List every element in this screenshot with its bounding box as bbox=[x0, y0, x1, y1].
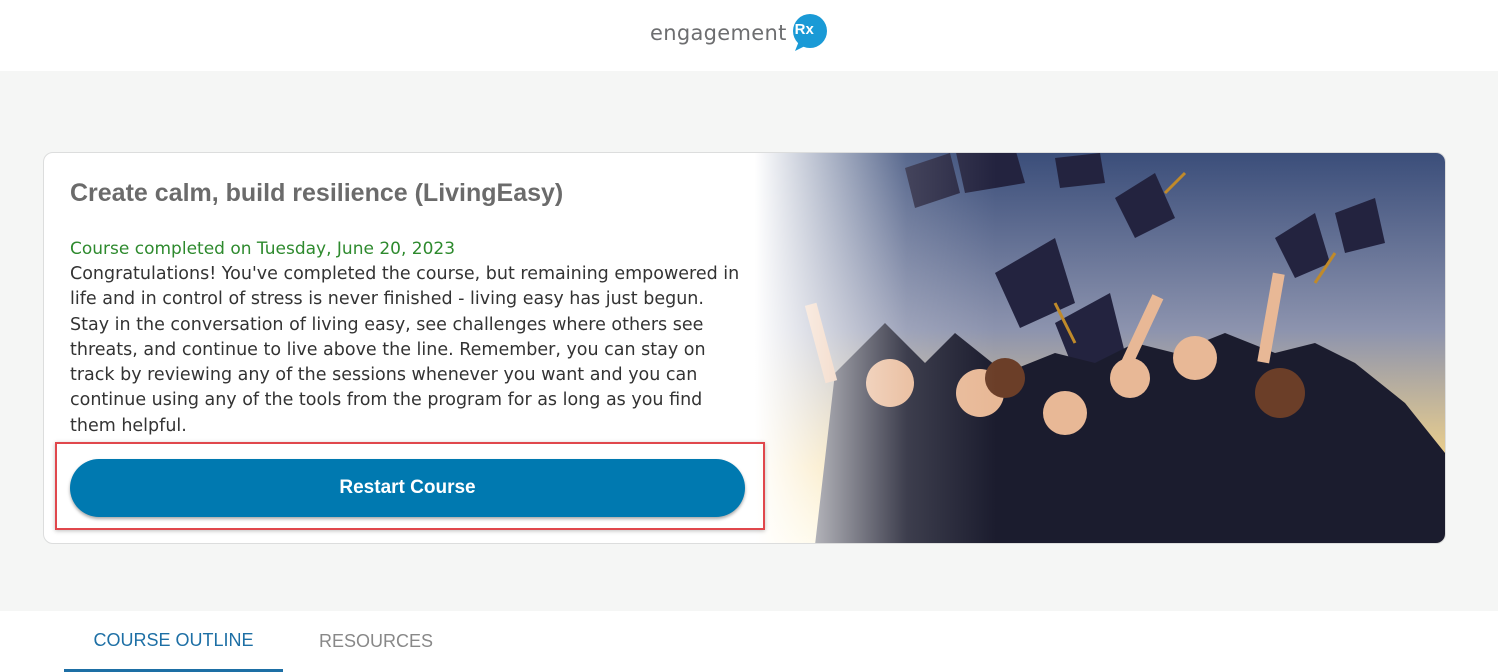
logo-badge: Rx bbox=[794, 21, 814, 38]
tab-course-outline[interactable]: COURSE OUTLINE bbox=[64, 611, 283, 672]
course-card: Create calm, build resilience (LivingEas… bbox=[43, 152, 1446, 544]
completion-date: Course completed on Tuesday, June 20, 20… bbox=[70, 239, 456, 259]
logo-text: engagement bbox=[650, 21, 787, 45]
course-description: Congratulations! You've completed the co… bbox=[70, 264, 740, 436]
tab-resources[interactable]: RESOURCES bbox=[300, 611, 452, 672]
tab-bar: COURSE OUTLINE RESOURCES bbox=[0, 611, 1498, 672]
top-header: engagement Rx bbox=[0, 0, 1498, 71]
restart-course-button[interactable]: Restart Course bbox=[70, 459, 745, 517]
speech-bubble-icon: Rx bbox=[789, 13, 831, 53]
engagementrx-logo[interactable]: engagement Rx bbox=[650, 12, 831, 54]
course-title: Create calm, build resilience (LivingEas… bbox=[70, 179, 564, 207]
graduation-photo bbox=[755, 153, 1445, 543]
